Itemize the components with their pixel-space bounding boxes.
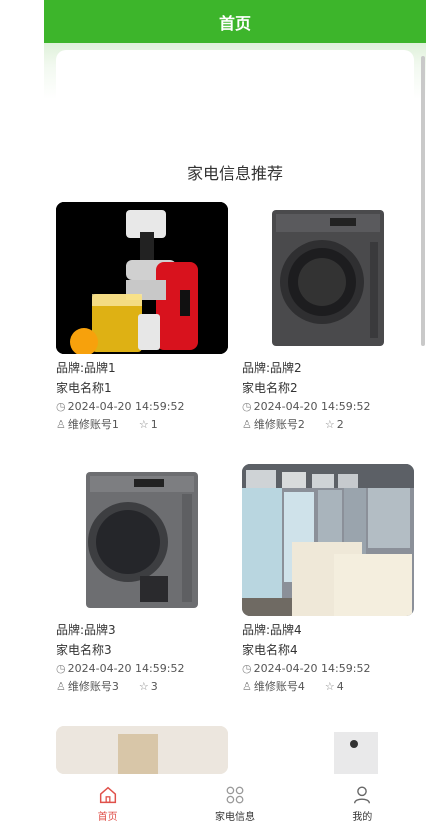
tab-mine[interactable]: 我的 (299, 774, 426, 834)
clock-icon: ◷ (242, 400, 252, 413)
tab-home[interactable]: 首页 (44, 774, 171, 834)
tab-appliance-label: 家电信息 (214, 812, 255, 823)
clock-icon: ◷ (56, 662, 66, 675)
user-icon: ♙ (242, 680, 252, 693)
product-account: 维修账号4 (253, 680, 305, 693)
clock-icon: ◷ (56, 400, 66, 413)
product-account: 维修账号2 (253, 418, 305, 431)
scrollbar[interactable] (421, 56, 425, 346)
phone-screen: 首页 家电信息推荐 品牌:品牌1 家电名称1 ◷ 2024-04-20 14:5… (44, 0, 426, 834)
product-card[interactable]: 品牌:品牌3 家电名称3 ◷ 2024-04-20 14:59:52 ♙ 维修账… (56, 464, 228, 694)
grid-icon (226, 786, 244, 804)
product-card[interactable]: 品牌:品牌2 家电名称2 ◷ 2024-04-20 14:59:52 ♙ 维修账… (242, 202, 414, 432)
star-icon[interactable]: ☆ (325, 680, 335, 694)
star-icon[interactable]: ☆ (139, 418, 149, 432)
product-time: ◷ 2024-04-20 14:59:52 (56, 400, 228, 414)
product-image-appliance-store[interactable] (242, 464, 414, 616)
product-name: 家电名称1 (56, 381, 112, 395)
product-meta: ♙ 维修账号4 ☆ 4 (242, 680, 414, 694)
product-brand: 品牌:品牌2 (242, 361, 302, 375)
product-meta: ♙ 维修账号2 ☆ 2 (242, 418, 414, 432)
product-likes: 1 (150, 418, 158, 431)
product-image-dryer[interactable] (56, 464, 228, 616)
product-time-text: 2024-04-20 14:59:52 (253, 662, 371, 675)
product-time: ◷ 2024-04-20 14:59:52 (242, 400, 414, 414)
product-name: 家电名称4 (242, 643, 298, 657)
product-brand: 品牌:品牌1 (56, 361, 116, 375)
tab-bar: 首页 家电信息 我的 (44, 774, 426, 834)
page-title: 首页 (218, 13, 251, 33)
star-icon[interactable]: ☆ (325, 418, 335, 432)
product-account: 维修账号3 (67, 680, 119, 693)
product-card[interactable]: 品牌:品牌4 家电名称4 ◷ 2024-04-20 14:59:52 ♙ 维修账… (242, 464, 414, 694)
user-icon (354, 786, 371, 804)
product-brand: 品牌:品牌4 (242, 623, 302, 637)
user-icon: ♙ (242, 418, 252, 431)
product-name: 家电名称2 (242, 381, 298, 395)
product-meta: ♙ 维修账号1 ☆ 1 (56, 418, 228, 432)
product-image-partial[interactable] (56, 726, 228, 774)
product-name: 家电名称3 (56, 643, 112, 657)
product-card-partial[interactable] (242, 726, 414, 774)
user-icon: ♙ (56, 680, 66, 693)
star-icon[interactable]: ☆ (139, 680, 149, 694)
tab-appliance-info[interactable]: 家电信息 (171, 774, 298, 834)
home-icon (99, 786, 116, 804)
product-image-partial[interactable] (242, 726, 414, 774)
user-icon: ♙ (56, 418, 66, 431)
product-time: ◷ 2024-04-20 14:59:52 (56, 662, 228, 676)
product-meta: ♙ 维修账号3 ☆ 3 (56, 680, 228, 694)
product-image-washer[interactable] (242, 202, 414, 354)
product-brand: 品牌:品牌3 (56, 623, 116, 637)
tab-mine-label: 我的 (352, 812, 373, 823)
product-likes: 4 (336, 680, 344, 693)
page-header: 首页 (44, 0, 426, 43)
clock-icon: ◷ (242, 662, 252, 675)
product-time-text: 2024-04-20 14:59:52 (67, 400, 185, 413)
banner-area[interactable] (56, 50, 414, 130)
product-image-juicer[interactable] (56, 202, 228, 354)
section-title: 家电信息推荐 (186, 164, 283, 183)
product-likes: 3 (150, 680, 158, 693)
tab-home-label: 首页 (97, 812, 118, 823)
product-time-text: 2024-04-20 14:59:52 (253, 400, 371, 413)
product-account: 维修账号1 (67, 418, 119, 431)
product-card-partial[interactable] (56, 726, 228, 774)
product-likes: 2 (336, 418, 344, 431)
product-card[interactable]: 品牌:品牌1 家电名称1 ◷ 2024-04-20 14:59:52 ♙ 维修账… (56, 202, 228, 432)
product-time-text: 2024-04-20 14:59:52 (67, 662, 185, 675)
product-time: ◷ 2024-04-20 14:59:52 (242, 662, 414, 676)
